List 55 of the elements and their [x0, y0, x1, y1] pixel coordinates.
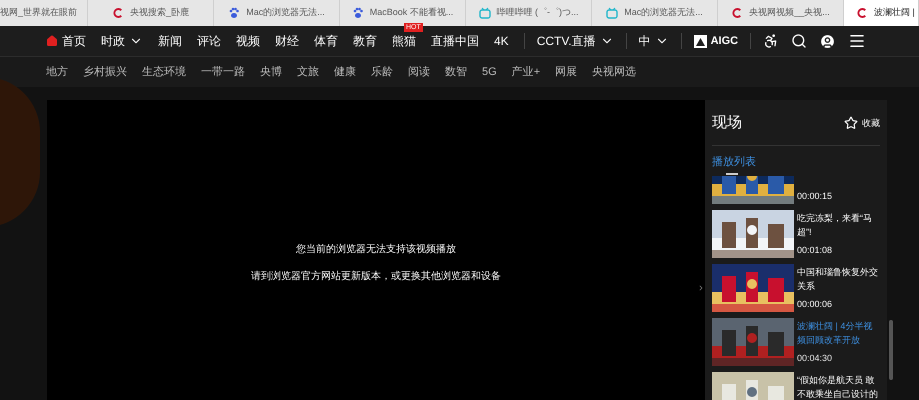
browser-tab[interactable]: 波澜壮阔 |: [844, 0, 919, 26]
nav-link[interactable]: 熊猫: [392, 32, 416, 50]
playlist-item[interactable]: “假如你是航天员 敢不敢乘坐自己设计的: [712, 372, 880, 400]
sub-nav-link[interactable]: 健康: [334, 64, 356, 80]
sub-nav-link[interactable]: 央视网选: [592, 64, 636, 80]
video-title: 波澜壮阔 | 4分半视频回顾改革开放: [797, 320, 874, 347]
sub-nav-link[interactable]: 乡村振兴: [83, 64, 127, 80]
live-link[interactable]: CCTV.直播: [536, 32, 614, 50]
nav-link[interactable]: 直播中国: [431, 32, 479, 50]
sub-nav-link[interactable]: 乐龄: [371, 64, 393, 80]
nav-link[interactable]: 时政: [101, 32, 143, 50]
video-duration: 00:00:15: [797, 190, 832, 203]
favorite-button[interactable]: 收藏: [844, 116, 880, 130]
nav-link[interactable]: 教育: [353, 32, 377, 50]
video-title: “假如你是航天员 敢不敢乘坐自己设计的: [797, 374, 879, 400]
aigc-link[interactable]: AIGC: [694, 32, 738, 50]
nav-link[interactable]: 评论: [197, 32, 221, 50]
playlist-item[interactable]: 00:00:15: [712, 176, 880, 204]
sub-nav-link[interactable]: 网展: [555, 64, 578, 80]
video-title: 中国和瑙鲁恢复外交关系: [797, 266, 879, 293]
sub-nav-link[interactable]: 5G: [482, 64, 497, 80]
nav-link[interactable]: 视频: [236, 32, 260, 50]
player-message: 您当前的浏览器无法支持该视频播放: [296, 242, 456, 257]
nav-link[interactable]: 4K: [494, 32, 509, 50]
sub-nav-link[interactable]: 产业+: [512, 64, 540, 80]
playlist-item[interactable]: 波澜壮阔 | 4分半视频回顾改革开放 00:04:30: [712, 318, 880, 366]
tab-title: 央视搜索_卧鹿: [130, 6, 189, 20]
tab-title: 央视网视频__央视...: [749, 6, 830, 20]
tab-title: 波澜壮阔 |: [874, 6, 915, 20]
nav-link[interactable]: 首页: [46, 32, 86, 50]
playlist-tab[interactable]: 播放列表: [712, 154, 756, 172]
language-link[interactable]: 中: [638, 32, 669, 50]
tab-title: 视网_世界就在眼前: [0, 6, 78, 20]
tab-title: Mac的浏览器无法...: [246, 6, 325, 20]
playlist-item[interactable]: 吃完冻梨，来看“马超”! 00:01:08: [712, 210, 880, 258]
video-duration: 00:01:08: [797, 244, 834, 257]
sub-nav-link[interactable]: 地方: [46, 64, 68, 80]
sub-nav-link[interactable]: 文旅: [297, 64, 319, 80]
nav-link[interactable]: 新闻: [158, 32, 182, 50]
video-title: 吃完冻梨，来看“马超”!: [797, 212, 873, 239]
tab-title: MacBook 不能看视...: [370, 6, 454, 20]
panel-title: 现场: [712, 113, 742, 133]
nav-link[interactable]: 财经: [275, 32, 299, 50]
player-message: 请到浏览器官方网站更新版本，或更换其他浏览器和设备: [251, 270, 501, 284]
sub-nav-link[interactable]: 数智: [445, 64, 467, 80]
tab-title: Mac的浏览器无法...: [624, 6, 703, 20]
video-duration: 00:00:06: [797, 298, 834, 311]
sub-nav-link[interactable]: 生态环境: [142, 64, 186, 80]
sub-nav-link[interactable]: 央博: [260, 64, 282, 80]
sub-nav-link[interactable]: 一带一路: [201, 64, 245, 80]
playlist-item[interactable]: 中国和瑙鲁恢复外交关系 00:00:06: [712, 264, 880, 312]
tab-title: 哔哩哔哩 (゜-゜)つ...: [496, 6, 578, 20]
sub-nav-link[interactable]: 阅读: [408, 64, 430, 80]
video-duration: 00:04:30: [797, 352, 834, 365]
nav-link[interactable]: 体育: [314, 32, 338, 50]
